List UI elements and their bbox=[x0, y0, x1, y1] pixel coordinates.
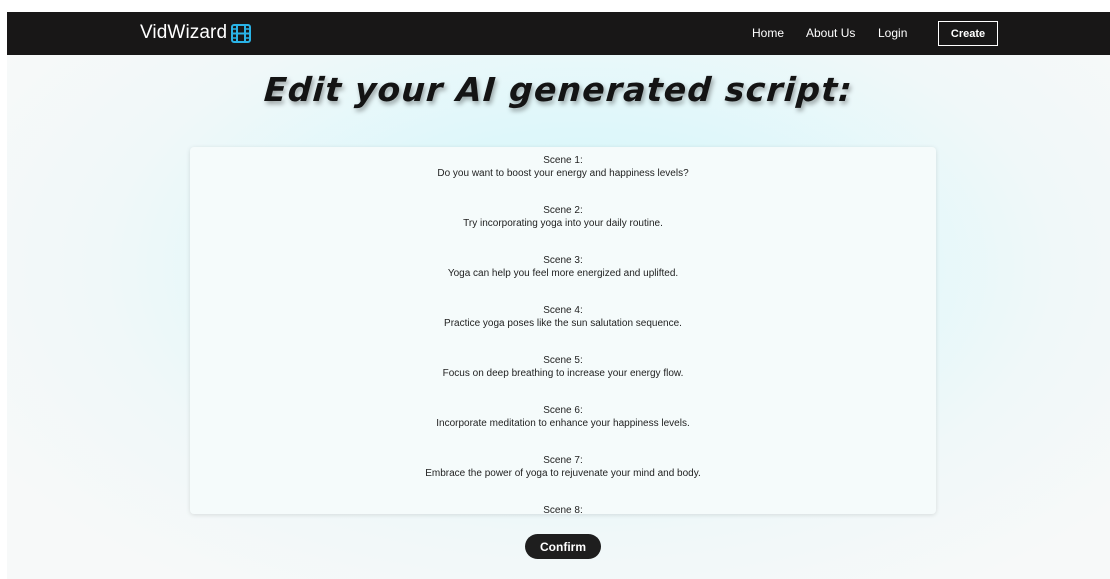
scene-block: Scene 7: Embrace the power of yoga to rej… bbox=[190, 454, 936, 480]
scene-block: Scene 1: Do you want to boost your energy… bbox=[190, 154, 936, 180]
scene-block: Scene 5: Focus on deep breathing to incre… bbox=[190, 354, 936, 380]
page-title: Edit your AI generated script: bbox=[262, 70, 855, 109]
scene-heading: Scene 5: bbox=[543, 355, 583, 366]
nav-login-link[interactable]: Login bbox=[878, 26, 907, 40]
scene-text: Try incorporating yoga into your daily r… bbox=[463, 218, 663, 229]
scene-block: Scene 6: Incorporate meditation to enhanc… bbox=[190, 404, 936, 430]
scene-block: Scene 4: Practice yoga poses like the sun… bbox=[190, 304, 936, 330]
script-editor[interactable]: Scene 1: Do you want to boost your energy… bbox=[190, 147, 936, 514]
scene-text: Practice yoga poses like the sun salutat… bbox=[444, 318, 682, 329]
scene-block: Scene 8: bbox=[190, 504, 936, 514]
nav-about-link[interactable]: About Us bbox=[806, 26, 855, 40]
nav-home-link[interactable]: Home bbox=[752, 26, 784, 40]
nav-links: Home About Us Login Create bbox=[7, 12, 1110, 55]
scene-text: Incorporate meditation to enhance your h… bbox=[436, 418, 690, 429]
scene-text: Embrace the power of yoga to rejuvenate … bbox=[425, 468, 701, 479]
scene-block: Scene 3: Yoga can help you feel more ener… bbox=[190, 254, 936, 280]
confirm-button[interactable]: Confirm bbox=[525, 534, 601, 559]
scene-heading: Scene 6: bbox=[543, 405, 583, 416]
script-text-area[interactable]: Scene 1: Do you want to boost your energy… bbox=[190, 147, 936, 514]
scene-text: Do you want to boost your energy and hap… bbox=[437, 168, 689, 179]
scene-heading: Scene 2: bbox=[543, 205, 583, 216]
scene-text: Yoga can help you feel more energized an… bbox=[447, 268, 679, 279]
scene-block: Scene 2: Try incorporating yoga into your… bbox=[190, 204, 936, 230]
scene-heading: Scene 1: bbox=[543, 155, 583, 166]
scene-heading: Scene 7: bbox=[543, 455, 583, 466]
scene-text: Focus on deep breathing to increase your… bbox=[442, 368, 684, 379]
scene-heading: Scene 8: bbox=[543, 505, 583, 514]
navbar: VidWizard Home About Us Login Create bbox=[7, 12, 1110, 55]
scene-heading: Scene 4: bbox=[543, 305, 583, 316]
create-button[interactable]: Create bbox=[938, 21, 998, 46]
scene-heading: Scene 3: bbox=[543, 255, 583, 266]
page-frame: VidWizard Home About Us Login Create Edi… bbox=[7, 12, 1110, 579]
